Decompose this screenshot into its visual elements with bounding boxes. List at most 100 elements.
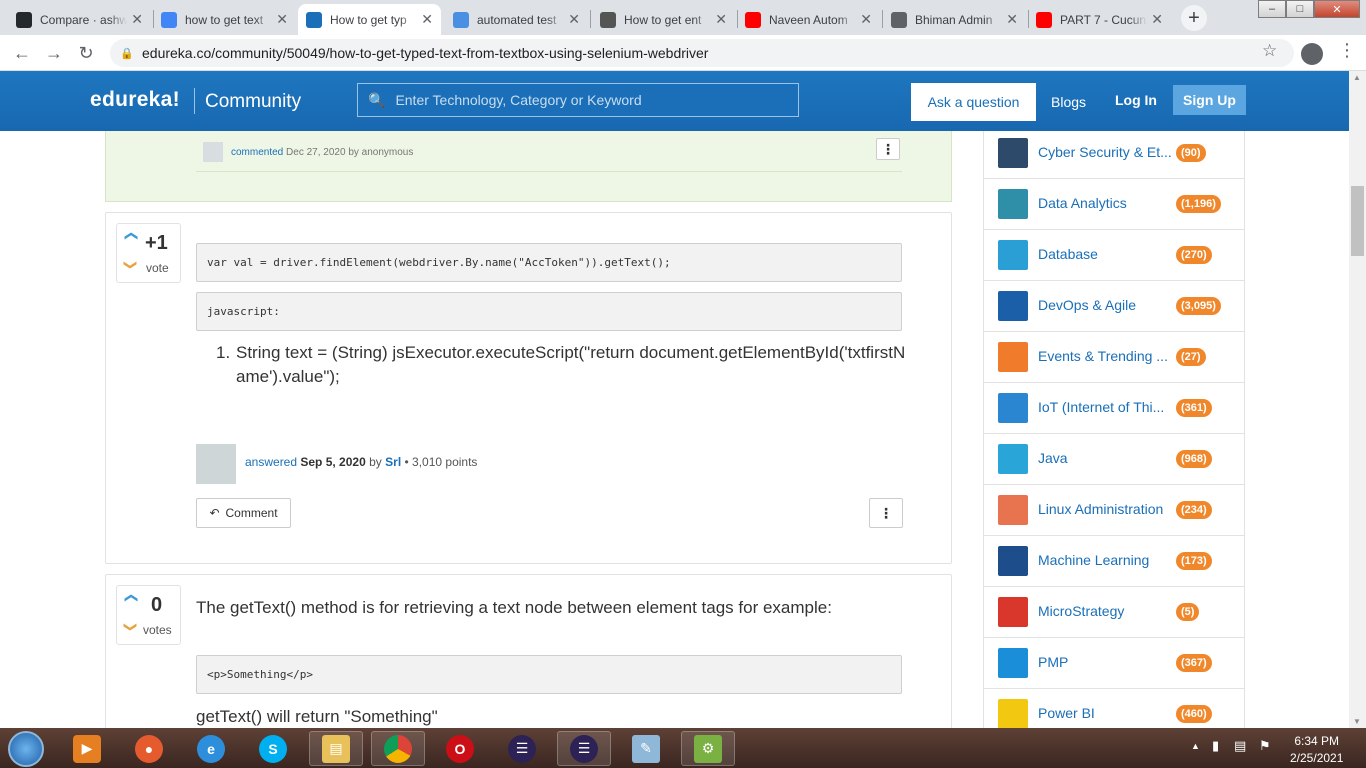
opera-icon[interactable]: O (433, 731, 487, 766)
browser-tab[interactable]: How to get typ ✕ (298, 4, 441, 35)
browser-tab[interactable]: how to get text ✕ (153, 4, 296, 35)
category-name[interactable]: Events & Trending ... (1038, 348, 1176, 364)
tray-expand-icon[interactable]: ▲ (1191, 741, 1200, 751)
upvote-icon[interactable]: ❯ (122, 231, 138, 242)
sidebar-category-item[interactable]: IoT (Internet of Thi... (361) (984, 382, 1244, 433)
tab-close-icon[interactable]: ✕ (421, 11, 433, 28)
notes-app-icon[interactable]: ✎ (619, 731, 673, 766)
browser-menu-icon[interactable]: ⋮ (1338, 41, 1356, 59)
category-name[interactable]: Cyber Security & Et... (1038, 144, 1176, 160)
sidebar-category-item[interactable]: DevOps & Agile (3,095) (984, 280, 1244, 331)
window-close-button[interactable]: ✕ (1314, 0, 1360, 18)
chrome-icon[interactable] (371, 731, 425, 766)
battery-icon[interactable]: ▮ (1212, 738, 1219, 754)
eclipse-workspace-icon[interactable]: ☰ (557, 731, 611, 766)
bookmark-star-icon[interactable]: ☆ (1262, 41, 1277, 61)
category-name[interactable]: Database (1038, 246, 1176, 262)
file-explorer-icon[interactable]: ▤ (309, 731, 363, 766)
sidebar-category-item[interactable]: Power BI (460) (984, 688, 1244, 728)
reload-icon[interactable]: ↻ (74, 41, 98, 65)
category-name[interactable]: MicroStrategy (1038, 603, 1176, 619)
browser-tab[interactable]: Compare · ashw ✕ (8, 4, 151, 35)
window-controls: – □ ✕ (1258, 0, 1360, 20)
tab-close-icon[interactable]: ✕ (568, 11, 580, 28)
action-center-flag-icon[interactable]: ⚑ (1259, 738, 1271, 754)
comment-button[interactable]: ↶ Comment (196, 498, 291, 528)
notepad-plus-icon[interactable]: ⚙ (681, 731, 735, 766)
login-link[interactable]: Log In (1115, 92, 1157, 108)
skype-icon[interactable]: S (246, 731, 300, 766)
code-block: var val = driver.findElement(webdriver.B… (196, 243, 902, 282)
scroll-up-icon[interactable]: ▲ (1353, 73, 1361, 82)
browser-tab[interactable]: Bhiman Admin ✕ (883, 4, 1026, 35)
network-icon[interactable]: ▤ (1234, 738, 1246, 754)
browser-tab[interactable]: How to get ent ✕ (592, 4, 735, 35)
back-icon[interactable]: ← (10, 41, 34, 65)
start-button[interactable] (8, 731, 44, 767)
list-item: String text = (String) jsExecutor.execut… (236, 343, 906, 386)
forward-icon[interactable]: → (42, 41, 66, 65)
downvote-icon[interactable]: ❯ (122, 260, 138, 271)
answer-more-button[interactable]: ⋮ (869, 498, 903, 528)
category-name[interactable]: Linux Administration (1038, 501, 1176, 517)
sidebar-category-item[interactable]: PMP (367) (984, 637, 1244, 688)
database-icon (998, 240, 1028, 270)
sidebar-category-item[interactable]: Database (270) (984, 229, 1244, 280)
browser-tab[interactable]: automated test ✕ (445, 4, 588, 35)
sidebar-category-item[interactable]: Linux Administration (234) (984, 484, 1244, 535)
iot-icon (998, 393, 1028, 423)
search-input[interactable]: 🔍 Enter Technology, Category or Keyword (357, 83, 799, 117)
minimize-button[interactable]: – (1258, 0, 1286, 18)
firefox-icon[interactable]: ● (122, 731, 176, 766)
tab-close-icon[interactable]: ✕ (1151, 11, 1163, 28)
new-tab-button[interactable]: + (1181, 5, 1207, 31)
sidebar-category-item[interactable]: MicroStrategy (5) (984, 586, 1244, 637)
category-count-badge: (270) (1176, 246, 1212, 264)
eclipse-icon[interactable]: ☰ (495, 731, 549, 766)
page-scrollbar[interactable]: ▲ ▼ (1349, 71, 1366, 728)
tab-close-icon[interactable]: ✕ (131, 11, 143, 28)
ask-question-button[interactable]: Ask a question (911, 83, 1036, 121)
sidebar-category-item[interactable]: Machine Learning (173) (984, 535, 1244, 586)
media-player-icon[interactable]: ▶ (60, 731, 114, 766)
vote-box: ❯ +1 ❯ vote (116, 223, 181, 283)
tab-close-icon[interactable]: ✕ (860, 11, 872, 28)
scroll-down-icon[interactable]: ▼ (1353, 717, 1361, 726)
profile-avatar-icon[interactable] (1301, 43, 1323, 65)
answered-link[interactable]: answered (245, 455, 297, 469)
comment-more-button[interactable]: ⋮ (876, 138, 900, 160)
sidebar-category-item[interactable]: Cyber Security & Et... (90) (984, 131, 1244, 178)
downvote-icon[interactable]: ❯ (122, 622, 138, 633)
blogs-link[interactable]: Blogs (1051, 94, 1086, 110)
community-title[interactable]: Community (205, 91, 301, 113)
system-clock[interactable]: 6:34 PM 2/25/2021 (1290, 733, 1343, 767)
address-bar[interactable]: 🔒 edureka.co/community/50049/how-to-get-… (110, 39, 1294, 67)
site-header: edureka! Community 🔍 Enter Technology, C… (0, 71, 1349, 131)
tab-close-icon[interactable]: ✕ (715, 11, 727, 28)
answer-user-link[interactable]: Srl (385, 455, 401, 469)
category-name[interactable]: DevOps & Agile (1038, 297, 1176, 313)
upvote-icon[interactable]: ❯ (122, 593, 138, 604)
sidebar-category-item[interactable]: Data Analytics (1,196) (984, 178, 1244, 229)
category-count-badge: (27) (1176, 348, 1206, 366)
maximize-button[interactable]: □ (1286, 0, 1314, 18)
edureka-logo[interactable]: edureka! (90, 88, 180, 112)
sidebar-category-item[interactable]: Java (968) (984, 433, 1244, 484)
browser-tab[interactable]: Naveen Autom ✕ (737, 4, 880, 35)
category-name[interactable]: Machine Learning (1038, 552, 1176, 568)
internet-explorer-icon[interactable]: e (184, 731, 238, 766)
tab-close-icon[interactable]: ✕ (1006, 11, 1018, 28)
scrollbar-thumb[interactable] (1351, 186, 1364, 256)
answer-paragraph: The getText() method is for retrieving a… (196, 598, 832, 617)
sidebar-category-item[interactable]: Events & Trending ... (27) (984, 331, 1244, 382)
tab-close-icon[interactable]: ✕ (276, 11, 288, 28)
category-name[interactable]: IoT (Internet of Thi... (1038, 399, 1176, 415)
answer-paragraph: getText() will return "Something" (196, 707, 438, 726)
browser-tab[interactable]: PART 7 - Cucun ✕ (1028, 4, 1171, 35)
signup-button[interactable]: Sign Up (1173, 85, 1246, 115)
comment-action-link[interactable]: commented (231, 147, 283, 158)
category-name[interactable]: Java (1038, 450, 1176, 466)
category-name[interactable]: PMP (1038, 654, 1176, 670)
category-name[interactable]: Power BI (1038, 705, 1176, 721)
category-name[interactable]: Data Analytics (1038, 195, 1176, 211)
